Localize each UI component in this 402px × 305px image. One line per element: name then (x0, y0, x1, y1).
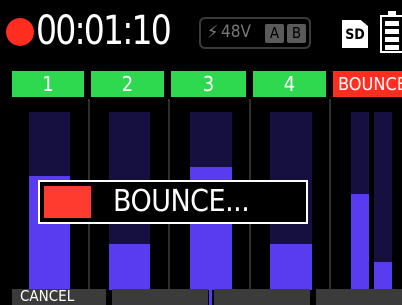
bounce-left-meter (351, 112, 369, 290)
phantom-voltage: 48V (221, 22, 251, 42)
phantom-b-badge: B (287, 24, 306, 43)
lightning-icon: ⚡ (207, 22, 219, 43)
softkey-4[interactable] (316, 289, 402, 305)
track-1-header[interactable]: 1 (12, 71, 84, 97)
track-3-header[interactable]: 3 (171, 71, 246, 97)
time-counter: 00:01:10 (36, 8, 172, 54)
phantom-power-indicator: ⚡ 48V A B (199, 17, 311, 49)
bounce-progress-bar (44, 186, 91, 218)
record-indicator-icon (6, 18, 34, 46)
bounce-progress-dialog: BOUNCE... (38, 180, 308, 224)
softkey-3[interactable] (214, 289, 310, 305)
bounce-track-header[interactable]: BOUNCE (333, 71, 402, 97)
phantom-a-badge: A (265, 24, 284, 43)
softkey-position-marker (209, 290, 212, 305)
bounce-right-meter (374, 112, 392, 290)
sd-card-icon: SD (342, 20, 368, 48)
bounce-dialog-text: BOUNCE... (113, 184, 250, 219)
track-2-header[interactable]: 2 (91, 71, 164, 97)
battery-icon (380, 11, 402, 53)
cancel-button[interactable]: CANCEL (12, 287, 106, 305)
track-4-header[interactable]: 4 (253, 71, 326, 97)
softkey-2[interactable] (112, 289, 208, 305)
cancel-label: CANCEL (20, 287, 75, 305)
